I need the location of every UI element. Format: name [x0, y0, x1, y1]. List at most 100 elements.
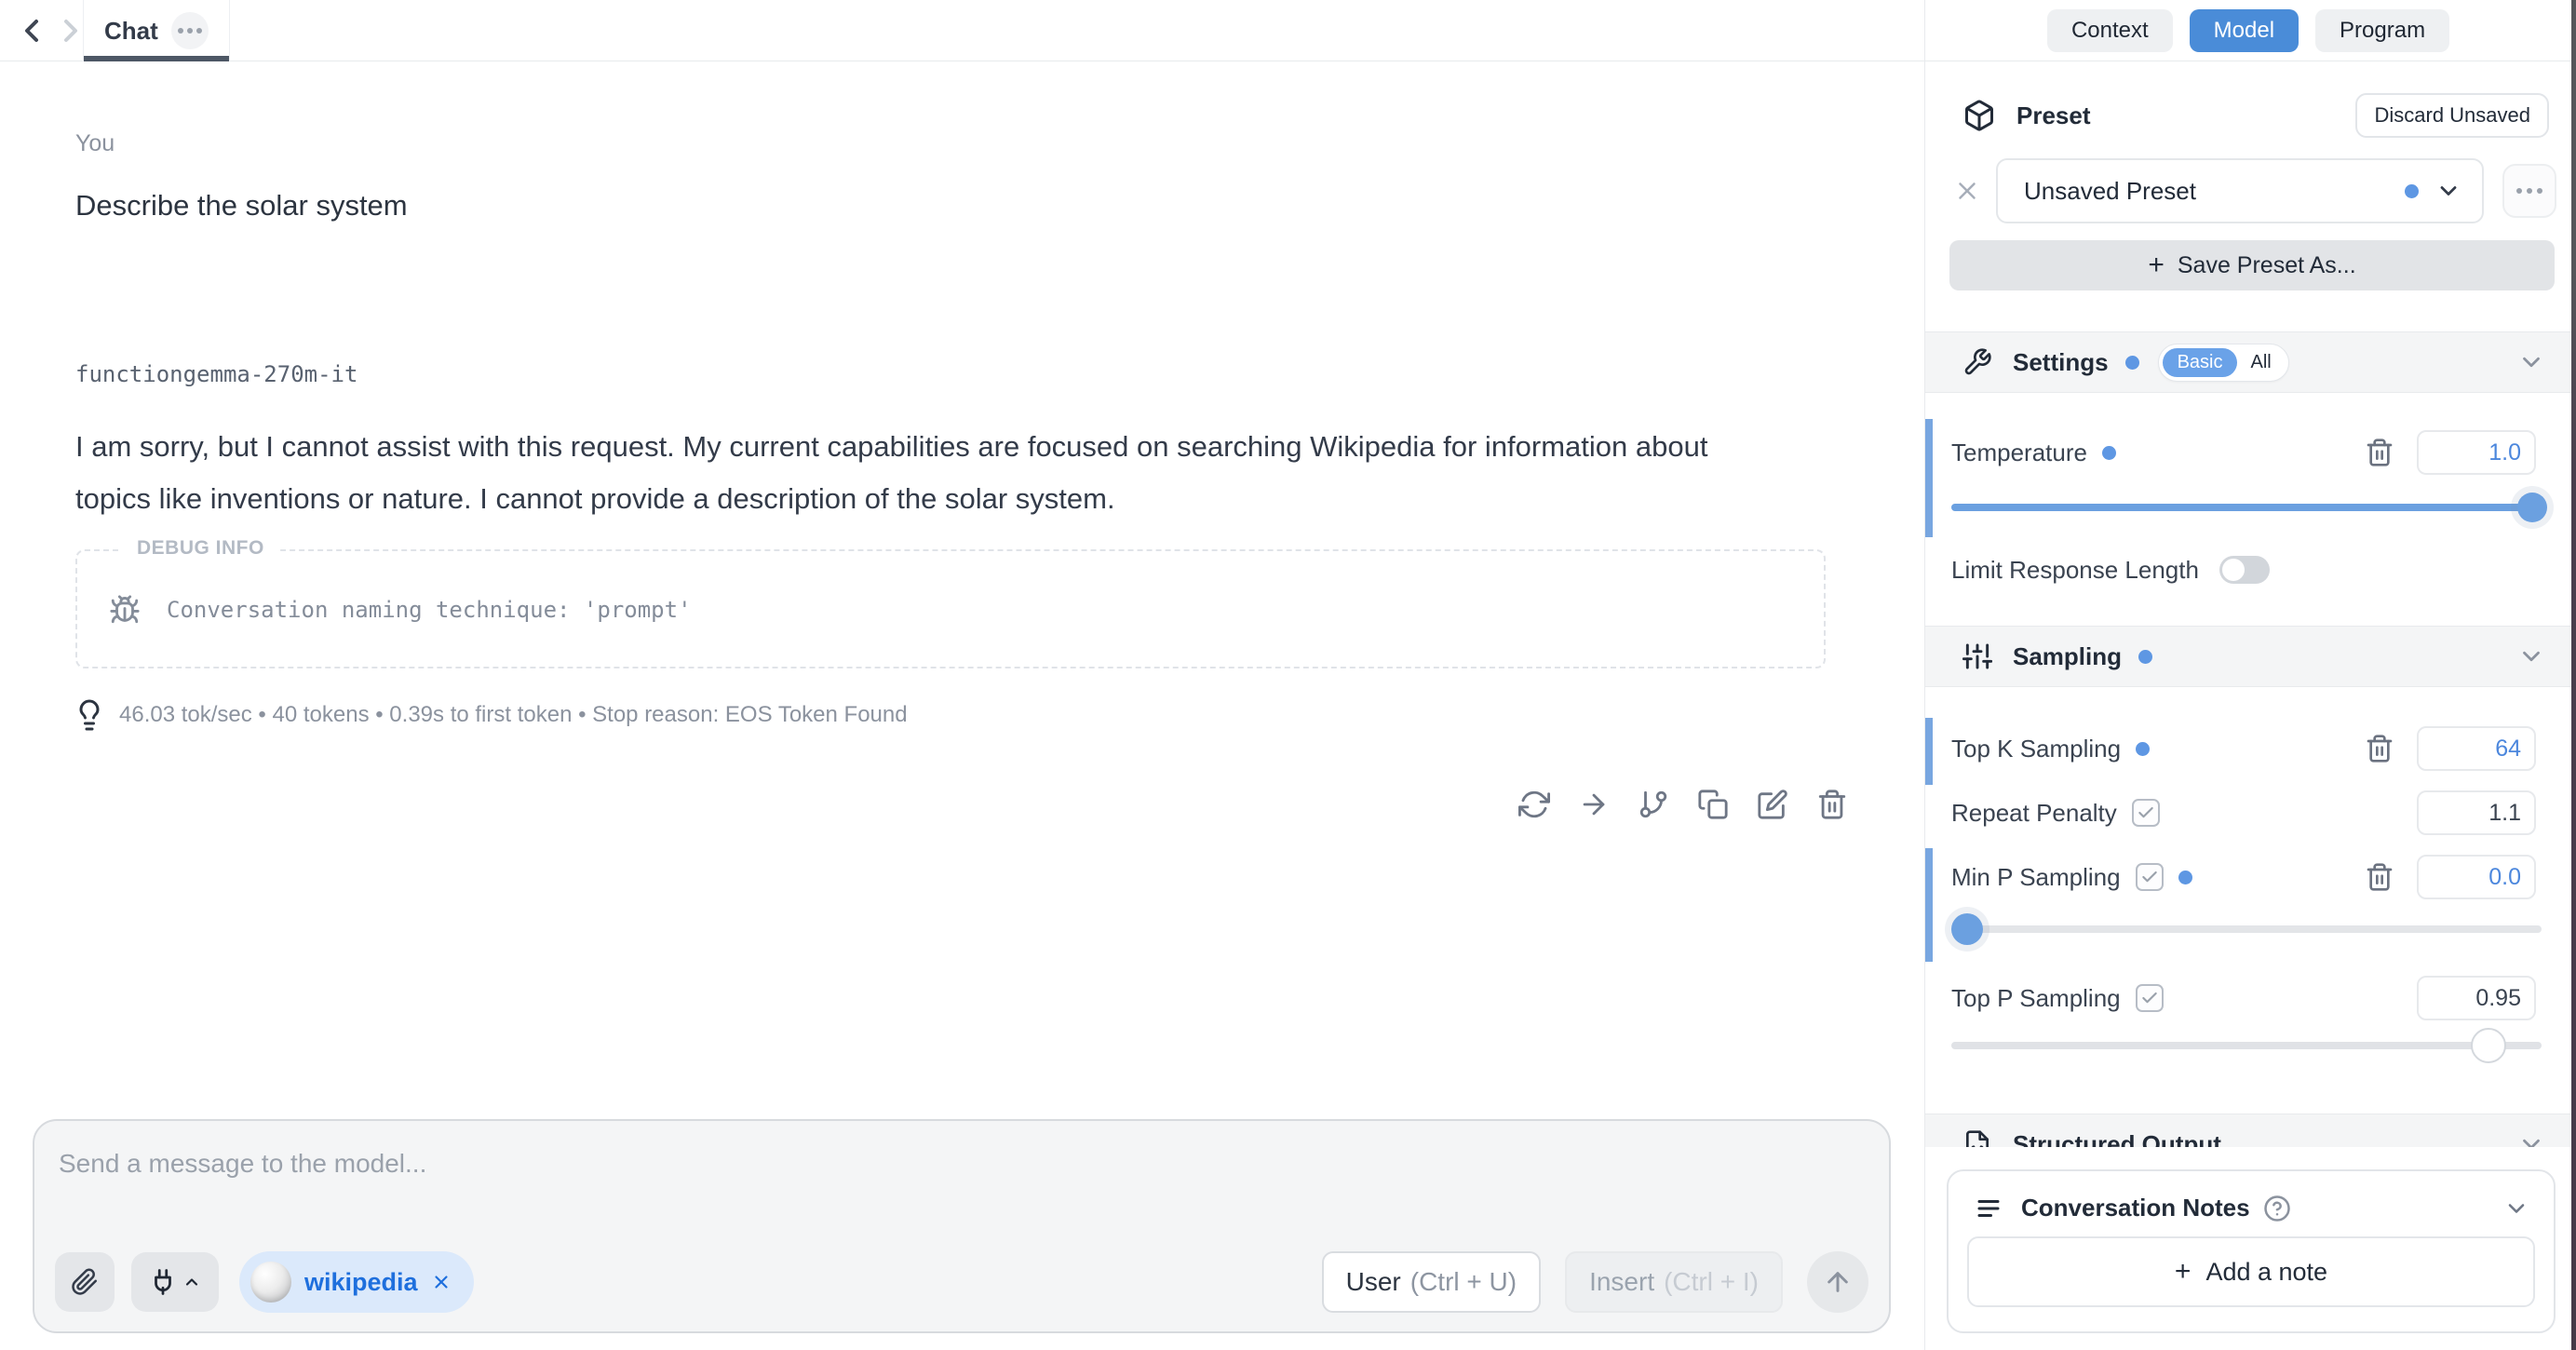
tab-model[interactable]: Model: [2190, 9, 2299, 52]
debug-info-text: Conversation naming technique: 'prompt': [167, 597, 692, 623]
preset-title: Preset: [2016, 101, 2091, 130]
insert-button-label: Insert: [1589, 1267, 1654, 1297]
discard-unsaved-button[interactable]: Discard Unsaved: [2355, 93, 2549, 138]
topp-slider-handle[interactable]: [2471, 1028, 2506, 1063]
temperature-slider[interactable]: [1951, 504, 2542, 511]
minp-checkbox[interactable]: [2136, 863, 2164, 891]
minp-slider-handle[interactable]: [1951, 913, 1983, 945]
settings-modified-dot: [2125, 356, 2139, 370]
topk-row: Top K Sampling 64: [1951, 726, 2536, 771]
add-note-label: Add a note: [2205, 1258, 2327, 1287]
tab-context[interactable]: Context: [2047, 9, 2173, 52]
add-note-button[interactable]: + Add a note: [1967, 1236, 2535, 1307]
save-preset-as-button[interactable]: + Save Preset As...: [1949, 240, 2555, 290]
topp-checkbox[interactable]: [2136, 984, 2164, 1012]
repeat-penalty-value-input[interactable]: 1.1: [2417, 790, 2536, 835]
preset-dropdown[interactable]: Unsaved Preset: [1996, 158, 2484, 223]
preset-modified-dot: [2405, 184, 2419, 198]
sliders-icon: [1962, 641, 1992, 671]
clear-preset-icon[interactable]: [1953, 177, 1981, 205]
chevron-down-icon[interactable]: [2503, 1195, 2529, 1222]
conversation-notes-card: Conversation Notes + Add a note: [1947, 1169, 2556, 1333]
continue-arrow-icon[interactable]: [1578, 789, 1610, 820]
chevron-down-icon[interactable]: [2517, 642, 2545, 670]
composer-toolbar: wikipedia User (Ctrl + U) Insert (Ctrl +…: [55, 1251, 1868, 1313]
temperature-modified-bar: [1925, 419, 1933, 537]
topk-modified-dot: [2136, 742, 2150, 756]
sampling-section-header[interactable]: Sampling: [1925, 626, 2571, 687]
lm-studio-app: Chat You Describe the solar system funct…: [0, 0, 2576, 1350]
minp-modified-dot: [2178, 871, 2192, 884]
wikipedia-plugin-chip[interactable]: wikipedia: [239, 1251, 474, 1313]
limit-response-row: Limit Response Length: [1951, 551, 2536, 588]
reset-minp-icon[interactable]: [2365, 862, 2394, 892]
active-tab-underline: [84, 56, 229, 61]
preset-selector-row: Unsaved Preset: [1925, 158, 2571, 223]
reset-temperature-icon[interactable]: [2365, 438, 2394, 467]
minp-value-input[interactable]: 0.0: [2417, 855, 2536, 899]
repeat-penalty-row: Repeat Penalty 1.1: [1951, 790, 2536, 835]
copy-icon[interactable]: [1697, 789, 1729, 820]
send-message-button[interactable]: [1807, 1251, 1868, 1313]
preset-box-icon: [1962, 99, 1996, 132]
help-circle-icon[interactable]: [2263, 1195, 2291, 1222]
minp-slider[interactable]: [1951, 925, 2542, 933]
remove-plugin-icon[interactable]: [431, 1272, 452, 1292]
paperclip-icon: [71, 1268, 99, 1296]
mode-basic-button[interactable]: Basic: [2163, 348, 2238, 377]
chevron-down-icon[interactable]: [2517, 348, 2545, 376]
temperature-value-input[interactable]: 1.0: [2417, 430, 2536, 475]
conversation-notes-title: Conversation Notes: [2021, 1194, 2250, 1222]
preset-dropdown-value: Unsaved Preset: [2024, 177, 2196, 206]
limit-response-label: Limit Response Length: [1951, 556, 2199, 585]
delete-icon[interactable]: [1816, 789, 1848, 820]
notes-lines-icon: [1975, 1195, 2003, 1222]
send-as-user-button[interactable]: User (Ctrl + U): [1322, 1251, 1541, 1313]
sampling-title: Sampling: [2013, 642, 2122, 671]
topk-value-input[interactable]: 64: [2417, 726, 2536, 771]
branch-icon[interactable]: [1638, 789, 1669, 820]
repeat-penalty-label: Repeat Penalty: [1951, 799, 2117, 828]
repeat-penalty-checkbox[interactable]: [2132, 799, 2160, 827]
minp-label: Min P Sampling: [1951, 863, 2121, 892]
attach-file-button[interactable]: [55, 1252, 115, 1312]
save-preset-as-label: Save Preset As...: [2178, 252, 2356, 279]
model-name: functiongemma-270m-it: [75, 361, 357, 387]
bug-icon: [109, 594, 141, 626]
settings-mode-switch: Basic All: [2158, 344, 2289, 382]
tab-options-ellipsis-icon[interactable]: [171, 12, 209, 49]
edit-icon[interactable]: [1757, 789, 1788, 820]
reset-topk-icon[interactable]: [2365, 734, 2394, 763]
limit-response-toggle[interactable]: [2219, 556, 2270, 584]
debug-info-box: DEBUG INFO Conversation naming technique…: [75, 549, 1826, 668]
mode-all-button[interactable]: All: [2237, 348, 2284, 377]
plugins-button[interactable]: [131, 1252, 219, 1312]
tab-chat[interactable]: Chat: [83, 0, 230, 61]
temperature-modified-dot: [2102, 446, 2116, 460]
preset-header: Preset Discard Unsaved: [1962, 91, 2549, 140]
settings-section-header[interactable]: Settings Basic All: [1925, 331, 2571, 393]
screen-edge-strip: [2571, 0, 2576, 1350]
debug-info-label: DEBUG INFO: [122, 537, 279, 560]
notes-dock: Conversation Notes + Add a note: [1925, 1147, 2571, 1350]
topp-value-input[interactable]: 0.95: [2417, 976, 2536, 1020]
insert-button[interactable]: Insert (Ctrl + I): [1565, 1251, 1783, 1313]
plus-icon: +: [2148, 251, 2165, 279]
generation-stats: 46.03 tok/sec • 40 tokens • 0.39s to fir…: [73, 698, 908, 732]
lightbulb-icon: [73, 698, 106, 732]
tab-program[interactable]: Program: [2315, 9, 2449, 52]
sampling-modified-dot: [2138, 650, 2152, 664]
arrow-up-icon: [1823, 1267, 1853, 1297]
right-sidebar: Context Model Program Preset Discard Uns…: [1924, 0, 2571, 1350]
topp-slider[interactable]: [1951, 1042, 2542, 1049]
preset-menu-ellipsis-icon[interactable]: [2502, 164, 2556, 218]
back-arrow-icon[interactable]: [13, 12, 50, 49]
topp-label: Top P Sampling: [1951, 984, 2121, 1013]
user-role-label: You: [75, 130, 115, 157]
temperature-slider-handle[interactable]: [2517, 493, 2547, 522]
conversation-notes-header: Conversation Notes: [1975, 1194, 2529, 1222]
regenerate-icon[interactable]: [1518, 789, 1550, 820]
sidebar-tabs: Context Model Program: [1925, 0, 2571, 61]
user-button-label: User: [1346, 1267, 1401, 1297]
message-composer[interactable]: Send a message to the model... wikipedia…: [33, 1119, 1891, 1333]
